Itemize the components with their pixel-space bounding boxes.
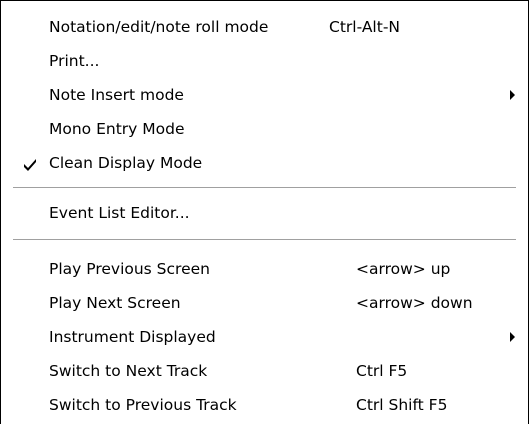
menu-item-label: Note Insert mode bbox=[49, 86, 184, 104]
submenu-arrow-icon bbox=[510, 332, 515, 342]
menu-item-switch-to-previous-track[interactable]: Switch to Previous Track Ctrl Shift F5 bbox=[1, 389, 528, 423]
menu-item-label: Mono Entry Mode bbox=[49, 120, 185, 138]
menu-item-label: Print... bbox=[49, 52, 100, 70]
menu-item-note-insert-mode[interactable]: Note Insert mode bbox=[1, 79, 528, 113]
menu-item-label: Switch to Next Track bbox=[49, 362, 208, 380]
menu-item-label: Notation/edit/note roll mode bbox=[49, 18, 269, 36]
menu-item-instrument-displayed[interactable]: Instrument Displayed bbox=[1, 321, 528, 355]
menu-item-label: Play Previous Screen bbox=[49, 260, 210, 278]
menu-item-label: Clean Display Mode bbox=[49, 154, 203, 172]
menu-item-event-list-editor[interactable]: Event List Editor... bbox=[1, 197, 528, 231]
menu-item-label: Play Next Screen bbox=[49, 294, 181, 312]
menu-item-shortcut: Ctrl F5 bbox=[356, 362, 408, 380]
menu-item-clean-display-mode[interactable]: Clean Display Mode bbox=[1, 147, 528, 181]
context-menu: Notation/edit/note roll mode Ctrl-Alt-N … bbox=[0, 0, 529, 424]
menu-item-shortcut: Ctrl-Alt-N bbox=[329, 18, 401, 36]
menu-item-play-previous-screen[interactable]: Play Previous Screen <arrow> up bbox=[1, 253, 528, 287]
menu-item-print[interactable]: Print... bbox=[1, 45, 528, 79]
submenu-arrow-icon bbox=[510, 90, 515, 100]
checkmark-icon bbox=[21, 155, 39, 173]
menu-item-play-next-screen[interactable]: Play Next Screen <arrow> down bbox=[1, 287, 528, 321]
menu-item-shortcut: Ctrl Shift F5 bbox=[356, 396, 448, 414]
menu-item-shortcut: <arrow> down bbox=[356, 294, 473, 312]
menu-item-shortcut: <arrow> up bbox=[356, 260, 451, 278]
menu-item-label: Switch to Previous Track bbox=[49, 396, 237, 414]
menu-item-notation-edit-note-roll-mode[interactable]: Notation/edit/note roll mode Ctrl-Alt-N bbox=[1, 11, 528, 45]
menu-separator bbox=[13, 239, 516, 241]
menu-item-switch-to-next-track[interactable]: Switch to Next Track Ctrl F5 bbox=[1, 355, 528, 389]
menu-item-mono-entry-mode[interactable]: Mono Entry Mode bbox=[1, 113, 528, 147]
menu-item-label: Instrument Displayed bbox=[49, 328, 216, 346]
menu-separator bbox=[13, 187, 516, 189]
menu-item-label: Event List Editor... bbox=[49, 204, 190, 222]
